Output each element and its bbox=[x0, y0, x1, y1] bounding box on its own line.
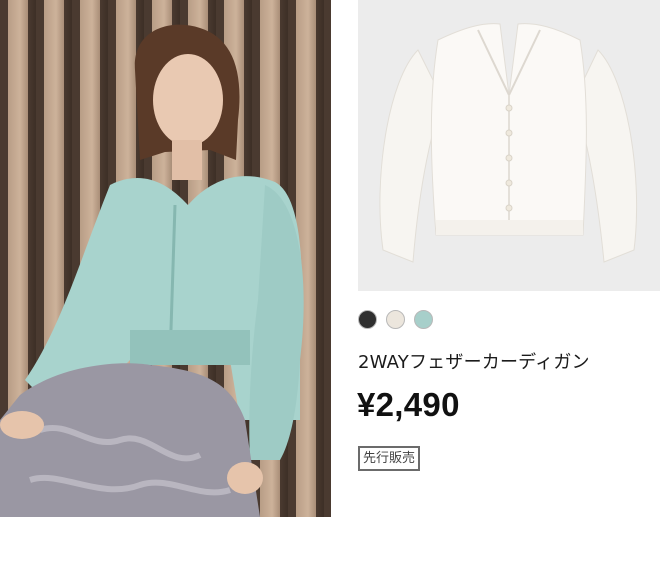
swatch-mint[interactable] bbox=[414, 310, 433, 329]
model-photo[interactable] bbox=[0, 0, 331, 517]
product-image[interactable] bbox=[358, 0, 660, 291]
product-price: ¥2,490 bbox=[357, 386, 460, 423]
model-illustration bbox=[0, 24, 304, 517]
product-name[interactable]: 2WAYフェザーカーディガン bbox=[358, 348, 590, 374]
product-card[interactable]: 2WAYフェザーカーディガン ¥2,490 先行販売 bbox=[0, 0, 660, 573]
swatch-off-white[interactable] bbox=[386, 310, 405, 329]
cardigan-illustration bbox=[379, 23, 638, 263]
swatch-black[interactable] bbox=[358, 310, 377, 329]
presale-badge: 先行販売 bbox=[358, 446, 421, 471]
color-swatches bbox=[358, 310, 433, 329]
